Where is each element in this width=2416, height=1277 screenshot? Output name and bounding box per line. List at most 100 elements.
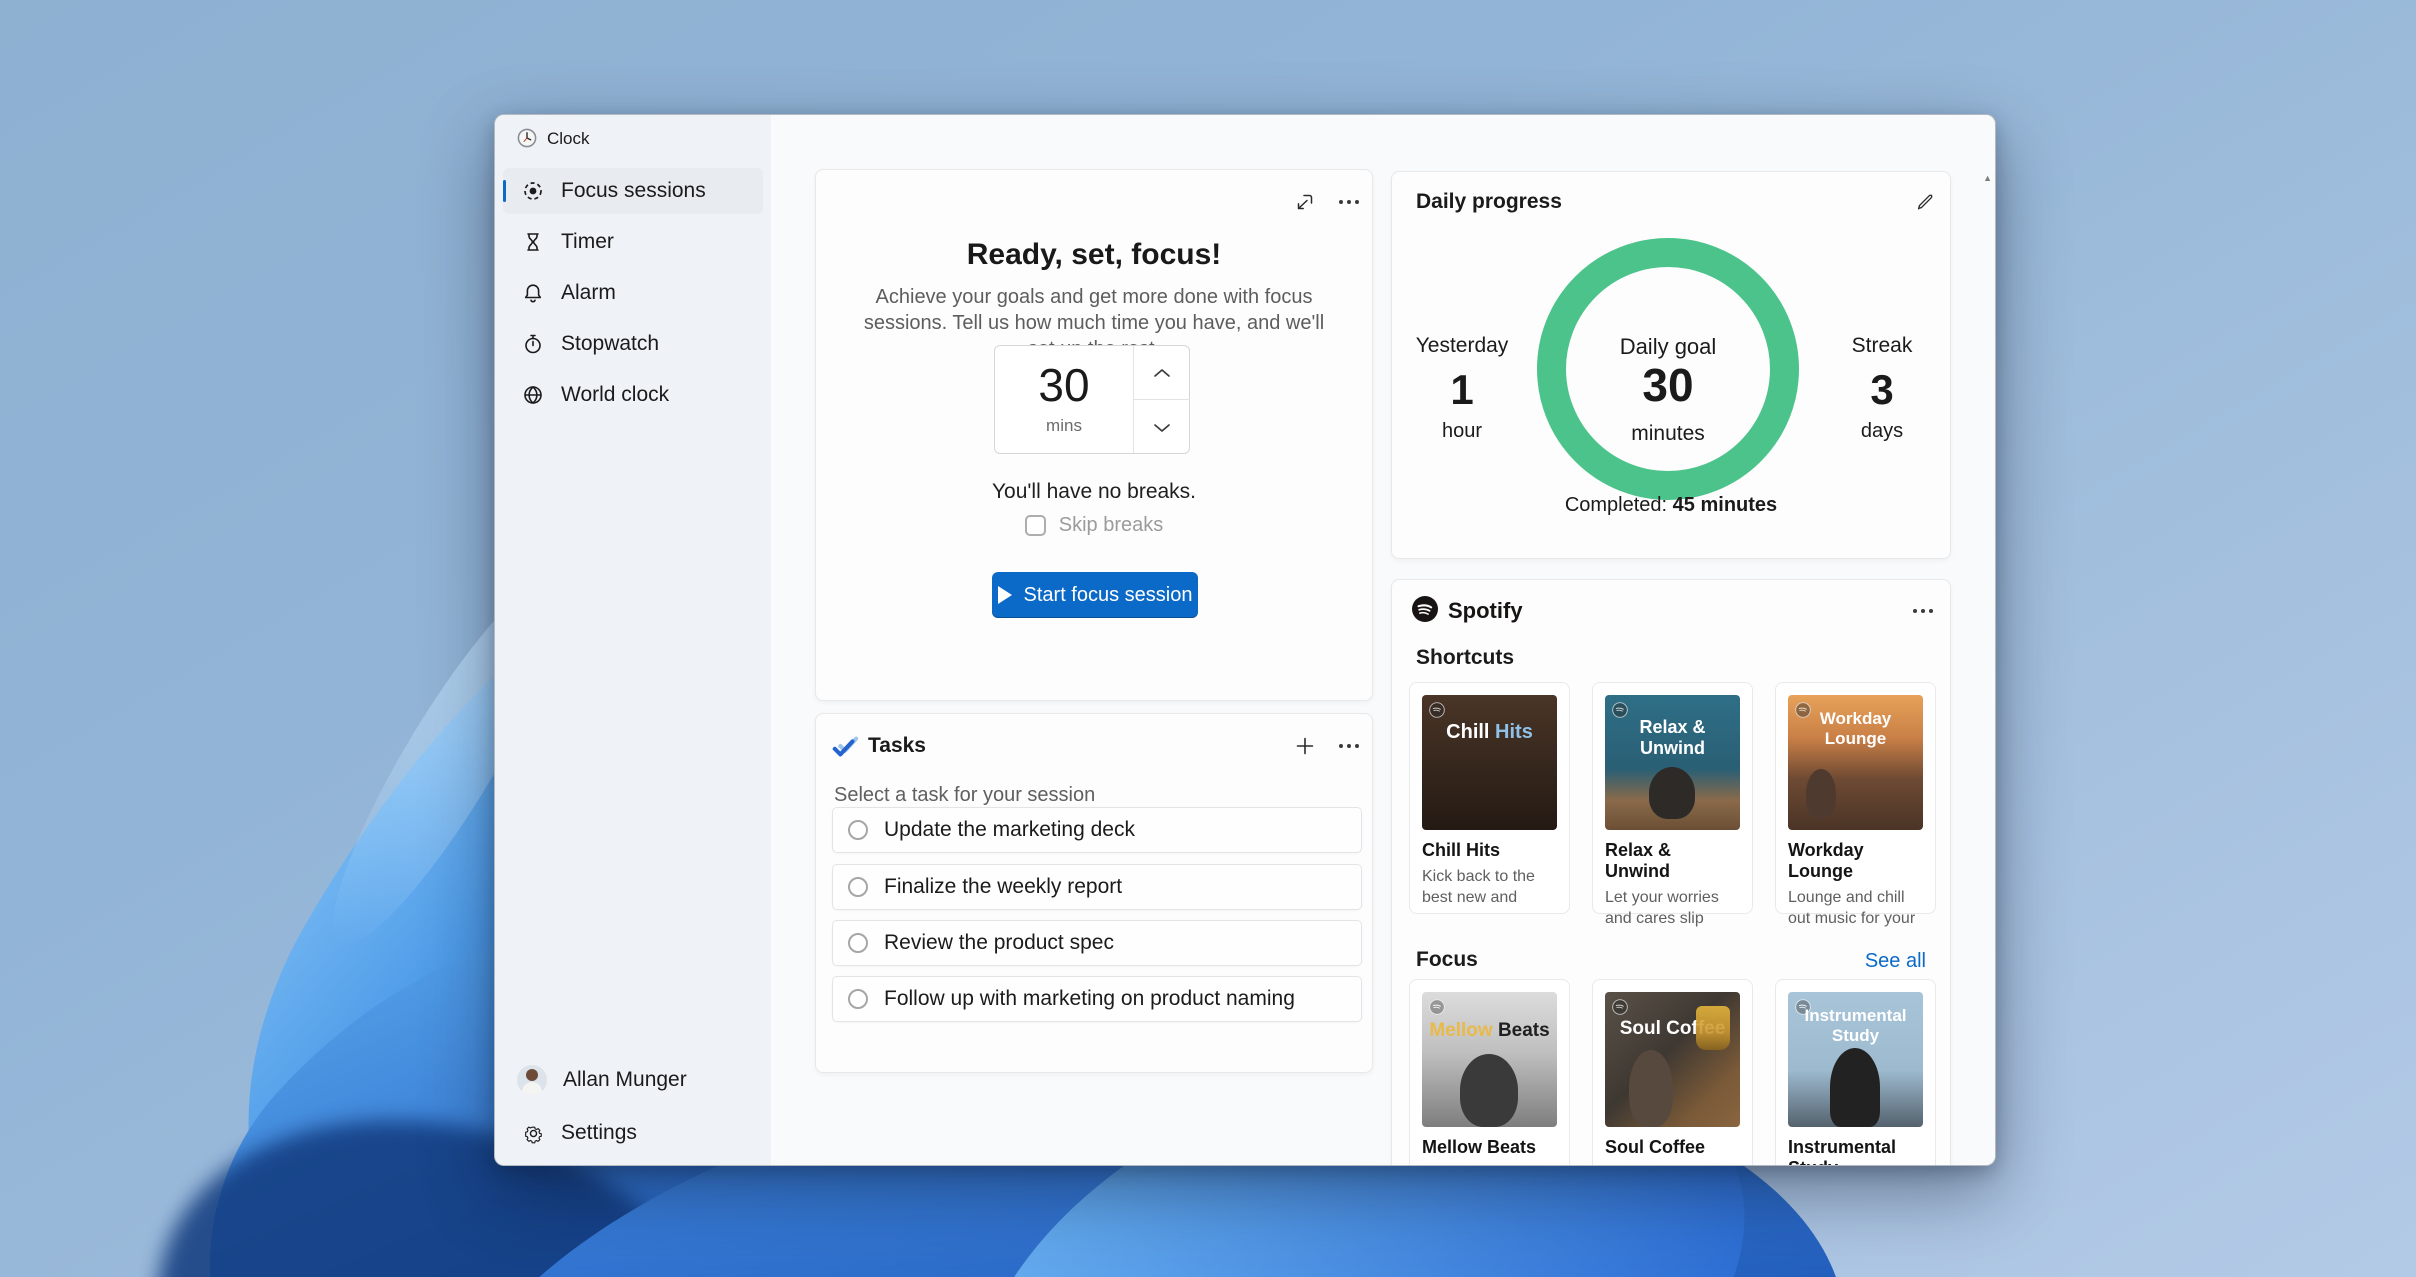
- more-icon: [1337, 199, 1361, 205]
- tasks-card-title: Tasks: [868, 734, 926, 758]
- task-row[interactable]: Update the marketing deck: [832, 807, 1362, 853]
- playlist-title: Chill Hits: [1422, 840, 1557, 861]
- add-task-button[interactable]: [1288, 729, 1322, 763]
- sidebar-item-label: Stopwatch: [561, 332, 659, 356]
- chevron-up-icon: [1153, 368, 1171, 378]
- sidebar-user-account[interactable]: Allan Munger: [503, 1056, 763, 1104]
- timer-icon: [522, 231, 544, 253]
- focus-card-title: Ready, set, focus!: [816, 238, 1372, 272]
- sidebar-item-timer[interactable]: Timer: [503, 219, 763, 265]
- settings-label: Settings: [561, 1121, 637, 1145]
- focus-card-more-button[interactable]: [1332, 185, 1366, 219]
- sidebar-item-label: World clock: [561, 383, 669, 407]
- daily-goal-label: Daily goal: [1537, 334, 1799, 360]
- scrollbar-up-icon[interactable]: [1983, 173, 1992, 183]
- playlist-description: Kick back to the best new and rece...: [1422, 866, 1557, 910]
- playlist-art: Soul Coffee: [1605, 992, 1740, 1127]
- playlist-tile-soul-coffee[interactable]: Soul Coffee Soul Coffee: [1592, 979, 1753, 1166]
- skip-breaks-label: Skip breaks: [1059, 514, 1164, 537]
- playlist-tile-instrumental-study[interactable]: InstrumentalStudy Instrumental Study: [1775, 979, 1936, 1166]
- spotify-brand-label: Spotify: [1448, 598, 1523, 624]
- focus-sessions-icon: [522, 180, 544, 202]
- sidebar-item-alarm[interactable]: Alarm: [503, 270, 763, 316]
- task-row[interactable]: Finalize the weekly report: [832, 864, 1362, 910]
- sidebar-item-focus-sessions[interactable]: Focus sessions: [503, 168, 763, 214]
- playlist-title: Relax & Unwind: [1605, 840, 1740, 882]
- minutes-stepper: 30 mins: [994, 345, 1190, 454]
- art-text: Relax & Unwind: [1605, 717, 1740, 759]
- playlist-tile-workday-lounge[interactable]: WorkdayLounge Workday Lounge Lounge and …: [1775, 682, 1936, 914]
- yesterday-value: 1: [1392, 366, 1532, 414]
- radio-icon: [848, 820, 868, 840]
- start-focus-session-button[interactable]: Start focus session: [992, 572, 1198, 618]
- sidebar-item-world-clock[interactable]: World clock: [503, 372, 763, 418]
- art-figure: [1649, 767, 1695, 819]
- streak-label: Streak: [1812, 334, 1952, 358]
- playlist-title: Soul Coffee: [1605, 1137, 1740, 1158]
- decrease-minutes-button[interactable]: [1134, 401, 1190, 455]
- focus-section-header: Focus: [1416, 948, 1478, 972]
- playlist-title: Instrumental Study: [1788, 1137, 1923, 1166]
- task-row[interactable]: Follow up with marketing on product nami…: [832, 976, 1362, 1022]
- clipped-description: [1422, 1165, 1546, 1166]
- sidebar-item-label: Alarm: [561, 281, 616, 305]
- task-label: Update the marketing deck: [884, 818, 1135, 842]
- playlist-tile-chill-hits[interactable]: Chill Hits Chill Hits Kick back to the b…: [1409, 682, 1570, 914]
- playlist-art: Relax & Unwind: [1605, 695, 1740, 830]
- todo-logo-icon: [832, 734, 858, 760]
- minutes-unit: mins: [995, 416, 1133, 436]
- completed-label: Completed:: [1565, 494, 1673, 516]
- clock-app-window: Clock Focus sessions Timer: [494, 114, 1996, 1166]
- more-icon: [1911, 608, 1935, 614]
- yesterday-stat: Yesterday 1 hour: [1392, 334, 1532, 443]
- sidebar-item-stopwatch[interactable]: Stopwatch: [503, 321, 763, 367]
- streak-stat: Streak 3 days: [1812, 334, 1952, 443]
- daily-progress-card: Daily progress Daily goal 30 minutes Yes…: [1391, 171, 1951, 559]
- window-title: Clock: [547, 129, 590, 149]
- playlist-tile-relax-unwind[interactable]: Relax & Unwind Relax & Unwind Let your w…: [1592, 682, 1753, 914]
- sidebar-item-label: Focus sessions: [561, 179, 706, 203]
- art-text: Chill Hits: [1422, 721, 1557, 744]
- minutes-value-box[interactable]: 30 mins: [995, 346, 1133, 453]
- playlist-tile-mellow-beats[interactable]: Mellow Beats Mellow Beats: [1409, 979, 1570, 1166]
- chevron-down-icon: [1153, 423, 1171, 433]
- breaks-note: You'll have no breaks.: [816, 480, 1372, 504]
- alarm-bell-icon: [522, 282, 544, 304]
- sidebar-item-label: Timer: [561, 230, 614, 254]
- art-figure: [1806, 769, 1836, 819]
- daily-goal-unit: minutes: [1537, 422, 1799, 446]
- user-avatar: [517, 1065, 547, 1095]
- skip-breaks-checkbox[interactable]: [1025, 515, 1046, 536]
- pencil-icon: [1915, 192, 1935, 212]
- art-figure: [1629, 1050, 1673, 1127]
- see-all-link[interactable]: See all: [1865, 950, 1926, 973]
- playlist-art: WorkdayLounge: [1788, 695, 1923, 830]
- daily-progress-title: Daily progress: [1416, 190, 1562, 214]
- art-figure: [1460, 1054, 1518, 1127]
- compact-view-button[interactable]: [1288, 185, 1322, 219]
- daily-goal-value: 30: [1537, 358, 1799, 412]
- spotify-mini-icon: [1429, 702, 1445, 718]
- stopwatch-icon: [522, 333, 544, 355]
- playlist-title: Mellow Beats: [1422, 1137, 1557, 1158]
- completed-summary: Completed: 45 minutes: [1392, 494, 1950, 517]
- sidebar-item-settings[interactable]: Settings: [503, 1109, 763, 1157]
- tasks-more-button[interactable]: [1332, 729, 1366, 763]
- spotify-more-button[interactable]: [1906, 594, 1940, 628]
- spotify-logo-icon: [1412, 596, 1438, 622]
- popout-icon: [1294, 191, 1316, 213]
- task-label: Review the product spec: [884, 931, 1114, 955]
- art-text: Mellow Beats: [1422, 1020, 1557, 1042]
- start-focus-session-label: Start focus session: [1024, 584, 1193, 607]
- playlist-art: Chill Hits: [1422, 695, 1557, 830]
- task-row[interactable]: Review the product spec: [832, 920, 1362, 966]
- tasks-card: Tasks Select a task for your session Upd…: [815, 713, 1373, 1073]
- playlist-art: InstrumentalStudy: [1788, 992, 1923, 1127]
- clock-app-icon: [517, 128, 537, 148]
- radio-icon: [848, 933, 868, 953]
- radio-icon: [848, 877, 868, 897]
- gear-icon: [522, 1122, 544, 1144]
- edit-goal-button[interactable]: [1908, 185, 1942, 219]
- increase-minutes-button[interactable]: [1134, 346, 1190, 400]
- sidebar: Clock Focus sessions Timer: [495, 115, 771, 1165]
